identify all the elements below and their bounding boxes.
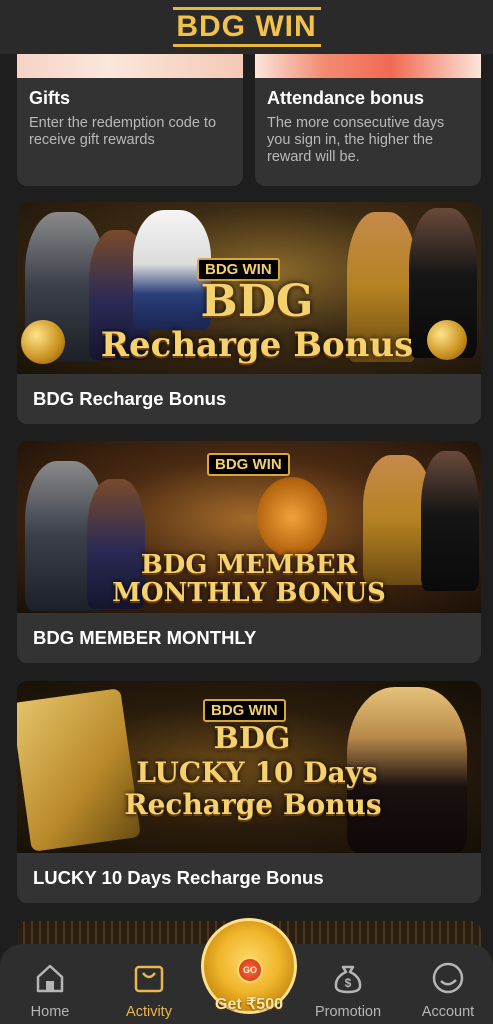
attendance-description: The more consecutive days you sign in, t…	[267, 115, 445, 165]
promo-title: BDG Recharge Bonus	[33, 388, 227, 409]
banner-subheadline: MONTHLY BONUS	[112, 578, 386, 608]
promo-title: BDG MEMBER MONTHLY	[33, 627, 257, 648]
nav-promotion-label: Promotion	[314, 1004, 382, 1020]
nav-activity[interactable]: Activity	[109, 960, 189, 1020]
logo-text: BDG WIN	[176, 10, 317, 43]
promo-card-member-monthly[interactable]: BDG WIN BDG MEMBER MONTHLY BONUS BDG MEM…	[17, 441, 481, 663]
banner-headline: BDG MEMBER	[140, 550, 358, 580]
nav-activity-label: Activity	[126, 1004, 172, 1020]
gifts-card-image	[17, 54, 243, 78]
banner-brand-chip: BDG WIN	[203, 699, 286, 722]
brand-logo: BDG WIN	[172, 7, 321, 47]
activity-bag-icon	[131, 960, 167, 996]
promo-banner: BDG WIN BDG LUCKY 10 Days Recharge Bonus	[17, 681, 481, 853]
banner-subheadline: Recharge Bonus	[124, 788, 382, 821]
promo-banner: BDG WIN BDG Recharge Bonus	[17, 202, 481, 374]
nav-account-label: Account	[421, 1004, 475, 1020]
banner-headline: BDG	[213, 721, 291, 756]
nav-home-label: Home	[30, 1004, 70, 1020]
tiger-mascot-image	[257, 477, 327, 557]
nav-promotion[interactable]: $ Promotion	[308, 960, 388, 1020]
header: BDG WIN	[0, 0, 493, 54]
banner-subheadline: Recharge Bonus	[100, 325, 414, 365]
banner-brand-chip: BDG WIN	[207, 453, 290, 476]
lucky-wheel-label: Get ₹500	[215, 996, 283, 1013]
gifts-title: Gifts	[29, 88, 71, 108]
promotions-page: BDG WIN Gifts Enter the redemption code …	[0, 0, 493, 1024]
coin-icon	[427, 320, 467, 360]
home-icon	[32, 960, 68, 996]
svg-text:$: $	[345, 976, 352, 990]
banner-subheadline: LUCKY 10 Days	[136, 756, 378, 789]
attendance-card-image	[255, 54, 481, 78]
nav-home[interactable]: Home	[10, 960, 90, 1020]
top-cards: Gifts Enter the redemption code to recei…	[17, 54, 481, 186]
promo-card-recharge-bonus[interactable]: BDG WIN BDG Recharge Bonus BDG Recharge …	[17, 202, 481, 424]
lucky-wheel-button[interactable]: GO Get ₹500	[200, 918, 298, 1024]
attendance-card[interactable]: Attendance bonus The more consecutive da…	[255, 54, 481, 186]
wheel-go-badge: GO	[237, 957, 263, 983]
character-image	[421, 451, 479, 591]
promo-banner: BDG WIN BDG MEMBER MONTHLY BONUS	[17, 441, 481, 613]
promo-card-lucky-10-days[interactable]: BDG WIN BDG LUCKY 10 Days Recharge Bonus…	[17, 681, 481, 903]
banner-headline: BDG	[200, 276, 314, 327]
account-icon	[430, 960, 466, 996]
gifts-description: Enter the redemption code to receive gif…	[29, 115, 217, 148]
promo-title: LUCKY 10 Days Recharge Bonus	[33, 867, 324, 888]
attendance-title: Attendance bonus	[267, 88, 425, 108]
nav-account[interactable]: Account	[408, 960, 488, 1020]
money-bag-icon: $	[330, 960, 366, 996]
bitcoin-coin-icon	[21, 320, 65, 364]
gifts-card[interactable]: Gifts Enter the redemption code to recei…	[17, 54, 243, 186]
